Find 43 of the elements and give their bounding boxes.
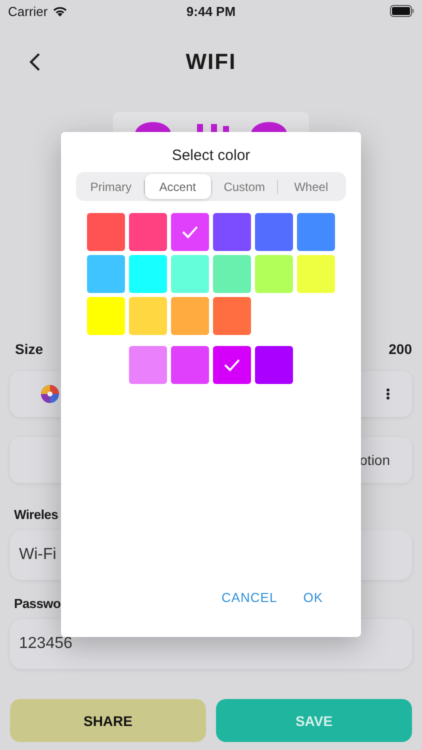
field-label: Passwo [14,596,61,611]
size-value: 200 [388,341,412,357]
status-time: 9:44 PM [186,4,236,18]
color-tab[interactable]: Primary [78,174,144,199]
shade-swatch[interactable] [213,346,251,384]
color-tab[interactable]: Wheel [278,174,344,199]
color-swatch[interactable] [129,255,167,293]
wifi-icon [52,5,68,17]
color-swatch[interactable] [213,213,251,251]
color-wheel-icon [40,384,60,404]
color-swatch[interactable] [213,297,251,335]
color-swatch[interactable] [87,297,125,335]
color-swatch[interactable] [171,213,209,251]
check-icon [181,225,199,239]
page-title: WIFI [186,49,236,75]
color-swatch[interactable] [297,213,335,251]
color-swatch[interactable] [255,255,293,293]
color-swatch[interactable] [171,255,209,293]
save-button[interactable]: SAVE [216,699,412,742]
dots-icon [386,388,390,400]
dialog-title: Select color [172,147,250,164]
shade-swatch[interactable] [129,346,167,384]
color-swatch[interactable] [297,255,335,293]
color-swatch[interactable] [87,213,125,251]
dialog-action-button[interactable]: CANCEL [213,586,286,609]
share-button[interactable]: SHARE [10,699,206,742]
back-icon[interactable] [29,52,41,72]
color-tab[interactable]: Custom [212,174,278,199]
check-icon [223,358,241,372]
shade-swatch[interactable] [171,346,209,384]
color-swatch[interactable] [255,213,293,251]
carrier-label: Carrier [8,4,48,18]
color-swatch[interactable] [129,213,167,251]
field-label: Wireles [14,507,58,522]
size-label: Size [15,341,44,357]
dialog-action-button[interactable]: OK [295,586,331,609]
color-swatch[interactable] [171,297,209,335]
color-swatch[interactable] [213,255,251,293]
battery-icon [390,5,414,17]
shade-swatch[interactable] [255,346,293,384]
color-swatch[interactable] [87,255,125,293]
color-swatch[interactable] [129,297,167,335]
color-tab[interactable]: Accent [144,174,210,199]
